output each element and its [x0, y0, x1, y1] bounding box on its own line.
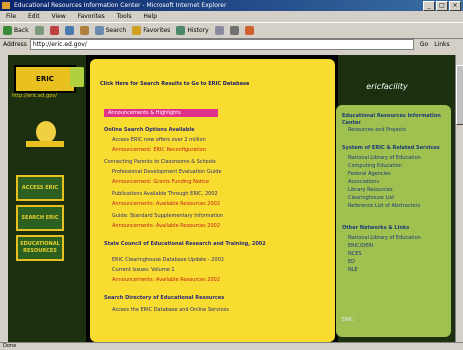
right-list-item[interactable]: Associations	[348, 179, 379, 186]
site-url: http://eric.ed.gov/	[12, 93, 57, 99]
refresh-button[interactable]	[64, 26, 74, 35]
favorites-icon	[132, 26, 142, 35]
list-item[interactable]: Online Search Options Available	[104, 127, 194, 134]
print-icon	[229, 26, 239, 35]
links-button[interactable]: Links	[434, 38, 449, 51]
window-buttons: _ □ ×	[423, 1, 461, 11]
right-list-item[interactable]: Resources and Projects	[348, 127, 406, 134]
minimize-button[interactable]: _	[423, 1, 435, 11]
right-footer[interactable]: ERIC	[342, 317, 354, 324]
right-list-item[interactable]: NCES	[348, 251, 362, 258]
right-list-item[interactable]: National Library of Education	[348, 235, 421, 242]
refresh-icon	[64, 26, 74, 35]
history-icon	[176, 26, 186, 35]
list-item[interactable]: Search Directory of Educational Resource…	[104, 295, 224, 302]
status-text: Done	[3, 343, 17, 349]
toolbar: Back Search Favorites History	[0, 22, 463, 39]
back-button[interactable]: Back	[3, 23, 29, 38]
home-button[interactable]	[79, 26, 89, 35]
list-item[interactable]: Access ERIC now offers over 2 million	[112, 137, 206, 144]
right-list-item[interactable]: NLE	[348, 267, 358, 274]
forward-button[interactable]	[34, 26, 44, 35]
access-eric-button[interactable]: ACCESS ERIC	[16, 175, 64, 201]
eric-logo[interactable]: ERIC	[14, 65, 76, 93]
window-title: Educational Resources Information Center…	[14, 2, 227, 9]
list-item[interactable]: Announcement: Grants Funding Notice	[112, 179, 209, 186]
scrollbar-thumb[interactable]	[456, 65, 463, 125]
list-item[interactable]: Announcements: Available Resources 2002	[112, 223, 220, 230]
address-bar: Address http://eric.ed.gov/ Go Links	[0, 38, 463, 51]
go-button[interactable]: Go	[420, 38, 428, 51]
right-list-item[interactable]: System of ERIC & Related Services	[342, 145, 447, 152]
list-item[interactable]: Professional Development Evaluation Guid…	[112, 169, 222, 176]
search-button[interactable]: Search	[94, 23, 126, 38]
list-item[interactable]: Announcement: ERIC Reconfiguration	[112, 147, 206, 154]
list-item[interactable]: Access the ERIC Database and Online Serv…	[112, 307, 229, 314]
menu-view[interactable]: View	[52, 13, 66, 20]
right-list-item[interactable]: National Library of Education	[348, 155, 421, 162]
address-input[interactable]: http://eric.ed.gov/	[29, 39, 414, 50]
forward-icon	[34, 26, 44, 35]
mail-button[interactable]	[214, 26, 224, 35]
right-list-item[interactable]: Educational Resources Information Center	[342, 113, 447, 127]
title-bar: Educational Resources Information Center…	[0, 0, 463, 11]
list-item[interactable]: ERIC Clearinghouse Database Update - 200…	[112, 257, 224, 264]
right-list-item[interactable]: Reference List of Abstractors	[348, 203, 420, 210]
stop-icon	[49, 26, 59, 35]
menu-file[interactable]: File	[6, 13, 16, 20]
list-item[interactable]: State Council of Educational Research an…	[104, 241, 329, 248]
menu-favorites[interactable]: Favorites	[78, 13, 105, 20]
list-item[interactable]: Current Issues: Volume 1	[112, 267, 175, 274]
right-list-item[interactable]: Computing Education	[348, 163, 402, 170]
ie-icon[interactable]	[2, 2, 10, 9]
history-button[interactable]: History	[176, 23, 209, 38]
print-button[interactable]	[229, 26, 239, 35]
list-item[interactable]: Publications Available Through ERIC, 200…	[112, 191, 218, 198]
page-viewport: ERIC http://eric.ed.gov/ ACCESS ERIC SEA…	[8, 55, 455, 342]
address-label: Address	[3, 41, 27, 48]
edit-icon	[244, 26, 254, 35]
home-icon	[79, 26, 89, 35]
right-list-item[interactable]: ERIC/OERI	[348, 243, 373, 250]
list-item[interactable]: Announcements: Available Resources 2002	[112, 277, 220, 284]
educational-resources-button[interactable]: EDUCATIONAL RESOURCES	[16, 235, 64, 261]
menu-edit[interactable]: Edit	[28, 13, 40, 20]
right-panel	[336, 105, 451, 337]
vertical-scrollbar[interactable]	[455, 55, 463, 342]
right-logo: ericfacility	[366, 82, 408, 91]
announcements-bar[interactable]: Announcements & Highlights	[104, 109, 218, 117]
search-banner[interactable]: Click Here for Search Results to Go to E…	[100, 81, 330, 87]
edit-button[interactable]	[244, 26, 254, 35]
list-item[interactable]: Guide: Standard Supplementary Informatio…	[112, 213, 223, 220]
menu-tools[interactable]: Tools	[117, 13, 132, 20]
menu-bar: File Edit View Favorites Tools Help	[0, 11, 463, 22]
logo-icon	[70, 67, 84, 87]
right-list-item[interactable]: Library Resources	[348, 187, 393, 194]
search-icon	[94, 26, 104, 35]
mail-icon	[214, 26, 224, 35]
stop-button[interactable]	[49, 26, 59, 35]
right-list-item[interactable]: Other Networks & Links	[342, 225, 409, 232]
list-item[interactable]: Connecting Parents to Classrooms & Schoo…	[104, 159, 216, 166]
back-icon	[3, 26, 12, 35]
close-button[interactable]: ×	[449, 1, 461, 11]
owl-icon	[36, 121, 56, 143]
menu-help[interactable]: Help	[143, 13, 157, 20]
list-item[interactable]: Announcements: Available Resources 2002	[112, 201, 220, 208]
owl-base	[26, 141, 64, 147]
right-list-item[interactable]: Clearinghouse List	[348, 195, 394, 202]
maximize-button[interactable]: □	[436, 1, 448, 11]
search-eric-button[interactable]: SEARCH ERIC	[16, 205, 64, 231]
right-list-item[interactable]: Federal Agencies	[348, 171, 391, 178]
right-list-item[interactable]: ED	[348, 259, 355, 266]
favorites-button[interactable]: Favorites	[132, 23, 170, 38]
